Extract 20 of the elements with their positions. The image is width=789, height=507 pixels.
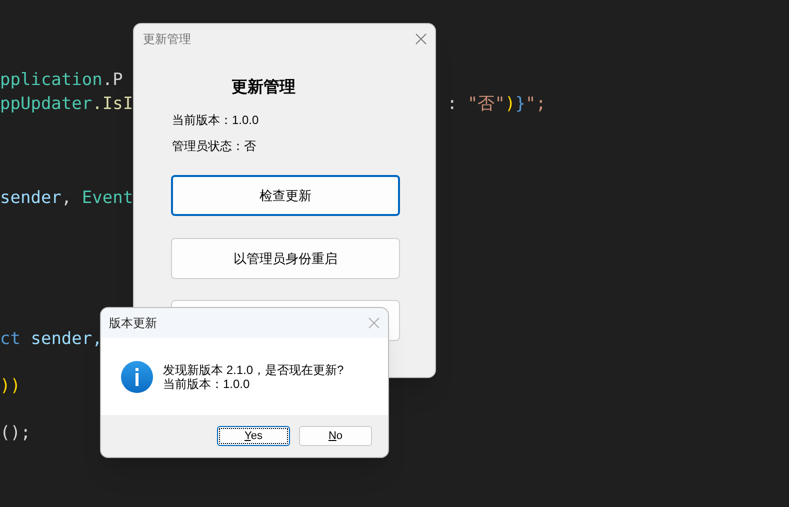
dialog-button[interactable]: No bbox=[299, 426, 372, 446]
info-text: 当前版本：1.0.0 bbox=[172, 112, 260, 129]
info-text: 管理员状态：否 bbox=[172, 138, 257, 155]
code-line: )) bbox=[0, 374, 20, 398]
code-line: : "否")}"; bbox=[447, 93, 546, 116]
info-icon bbox=[121, 360, 153, 392]
window-title: 更新管理 bbox=[143, 31, 191, 48]
message-text: 发现新版本 2.1.0，是否现在更新? 当前版本：1.0.0 bbox=[163, 362, 344, 390]
action-button[interactable]: 以管理员身份重启 bbox=[171, 238, 400, 279]
code-line: pplication.P bbox=[0, 69, 123, 92]
code-line: ct sender, bbox=[0, 328, 102, 350]
code-line: ppUpdater.IsI bbox=[0, 92, 134, 116]
close-icon[interactable] bbox=[368, 317, 380, 329]
code-line: (); bbox=[0, 422, 31, 444]
action-button[interactable]: 检查更新 bbox=[171, 175, 400, 216]
dialog-button[interactable]: Yes bbox=[217, 426, 290, 446]
close-icon[interactable] bbox=[415, 33, 427, 45]
dialog-title: 版本更新 bbox=[109, 315, 157, 332]
heading: 更新管理 bbox=[230, 78, 296, 98]
code-line: sender, Event bbox=[0, 186, 134, 210]
